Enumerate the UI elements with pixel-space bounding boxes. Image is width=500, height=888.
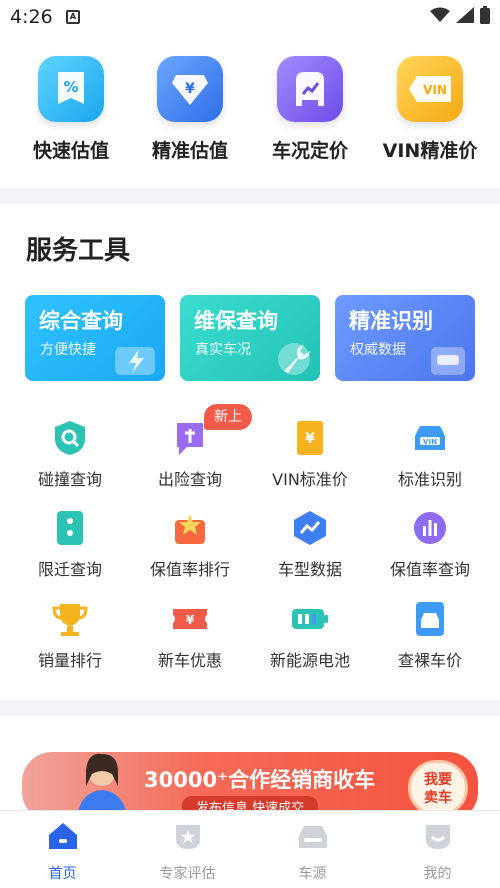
tool-label: 新车优惠 xyxy=(157,651,222,670)
collision-shield-icon xyxy=(48,416,92,460)
card-subtitle: 真实车况 xyxy=(195,342,251,358)
sell-car-button[interactable]: 我要 卖车 xyxy=(408,760,468,816)
tool-standard-identification[interactable]: VIN 标准识别 xyxy=(375,416,485,490)
service-tools-card: 服务工具 综合查询 方便快捷 维保查询 真实车况 精准识别 权威数据 新上 碰撞… xyxy=(0,204,500,700)
tab-home[interactable]: 首页 xyxy=(0,819,125,883)
tool-label: 销量排行 xyxy=(37,651,102,670)
tool-ev-battery[interactable]: 新能源电池 xyxy=(255,597,365,671)
tool-value-retention-ranking[interactable]: 保值率排行 xyxy=(135,506,245,580)
wrench-icon xyxy=(278,343,310,375)
trophy-icon xyxy=(48,597,92,641)
tool-value-retention-query[interactable]: 保值率查询 xyxy=(375,506,485,580)
tool-bare-car-price[interactable]: 查裸车价 xyxy=(375,597,485,671)
svg-text:¥: ¥ xyxy=(185,81,195,97)
banner-title: 30000⁺合作经销商收车 xyxy=(144,768,376,792)
car-price-icon xyxy=(408,597,452,641)
quick-action-fast-valuation[interactable]: % 快速估值 xyxy=(11,56,131,163)
promo-banner-card: 30000⁺合作经销商收车 发布信息 快速成交 我要 卖车 xyxy=(0,716,500,822)
star-ranking-icon xyxy=(168,506,212,550)
card-precise-identification[interactable]: 精准识别 权威数据 xyxy=(335,295,475,381)
tool-label: 新能源电池 xyxy=(269,651,350,670)
relocation-icon xyxy=(48,506,92,550)
svg-text:%: % xyxy=(63,78,78,96)
tool-insurance-query[interactable]: 出险查询 xyxy=(135,416,245,490)
tab-profile[interactable]: 我的 xyxy=(375,819,500,883)
bottom-tab-bar: 首页 专家评估 车源 我的 xyxy=(0,810,500,888)
signal-icon xyxy=(456,7,474,23)
quick-action-vin-price[interactable]: VIN VIN精准价 xyxy=(370,56,490,163)
car-vin-icon: VIN xyxy=(408,416,452,460)
tool-label: 碰撞查询 xyxy=(37,470,102,489)
tool-vin-standard-price[interactable]: ¥ VIN标准价 xyxy=(255,416,365,490)
coupon-icon: ¥ xyxy=(168,597,212,641)
profile-icon xyxy=(420,819,456,853)
svg-text:VIN: VIN xyxy=(423,438,437,446)
tool-label: 保值率查询 xyxy=(389,560,470,579)
car-scan-icon xyxy=(431,347,465,375)
card-subtitle: 权威数据 xyxy=(350,342,406,358)
app-notification-icon: A xyxy=(66,10,80,24)
tab-label: 我的 xyxy=(423,866,452,882)
car-trend-icon xyxy=(277,56,343,122)
tab-label: 车源 xyxy=(298,866,327,882)
tab-label: 首页 xyxy=(48,866,77,882)
tab-car-source[interactable]: 车源 xyxy=(250,819,375,883)
status-bar: 4:26 A xyxy=(0,0,500,36)
expert-icon xyxy=(170,819,206,853)
lightning-icon xyxy=(115,347,155,375)
quick-action-condition-pricing[interactable]: 车况定价 xyxy=(250,56,370,163)
yuan-diamond-icon: ¥ xyxy=(157,56,223,122)
tool-label: 限迁查询 xyxy=(37,560,102,579)
wifi-icon xyxy=(430,7,450,22)
svg-text:¥: ¥ xyxy=(186,613,195,627)
card-maintenance-query[interactable]: 维保查询 真实车况 xyxy=(180,295,320,381)
tab-expert-evaluation[interactable]: 专家评估 xyxy=(125,819,250,883)
quick-action-label: VIN精准价 xyxy=(382,140,478,162)
quick-action-label: 车况定价 xyxy=(271,140,348,162)
tool-new-car-discount[interactable]: ¥ 新车优惠 xyxy=(135,597,245,671)
tool-model-data[interactable]: 车型数据 xyxy=(255,506,365,580)
tool-sales-ranking[interactable]: 销量排行 xyxy=(15,597,125,671)
quick-action-label: 快速估值 xyxy=(32,140,109,162)
card-title: 综合查询 xyxy=(39,309,123,333)
tool-label: 车型数据 xyxy=(277,560,342,579)
card-title: 精准识别 xyxy=(349,309,433,333)
card-title: 维保查询 xyxy=(194,309,278,333)
home-icon xyxy=(45,819,81,853)
status-time: 4:26 xyxy=(10,6,53,28)
svg-text:VIN: VIN xyxy=(423,83,447,97)
tool-label: 出险查询 xyxy=(157,470,222,489)
tool-label: VIN标准价 xyxy=(272,470,348,489)
tab-label: 专家评估 xyxy=(159,866,216,882)
svg-text:¥: ¥ xyxy=(305,431,315,447)
battery-icon xyxy=(480,6,490,24)
battery-pack-icon xyxy=(288,597,332,641)
bar-chart-icon xyxy=(408,506,452,550)
percent-tag-icon: % xyxy=(38,56,104,122)
tool-collision-query[interactable]: 碰撞查询 xyxy=(15,416,125,490)
card-comprehensive-query[interactable]: 综合查询 方便快捷 xyxy=(25,295,165,381)
system-icons xyxy=(430,6,490,24)
tool-label: 保值率排行 xyxy=(149,560,230,579)
chart-hexagon-icon xyxy=(288,506,332,550)
section-title: 服务工具 xyxy=(26,236,131,266)
insurance-claim-icon xyxy=(168,416,212,460)
tool-label: 查裸车价 xyxy=(397,651,462,670)
tool-relocation-query[interactable]: 限迁查询 xyxy=(15,506,125,580)
vin-price-icon: ¥ xyxy=(288,416,332,460)
card-subtitle: 方便快捷 xyxy=(40,342,96,358)
quick-action-label: 精准估值 xyxy=(151,140,228,162)
vin-tag-icon: VIN xyxy=(397,56,463,122)
tool-label: 标准识别 xyxy=(397,470,462,489)
car-icon xyxy=(295,819,331,853)
quick-action-precise-valuation[interactable]: ¥ 精准估值 xyxy=(130,56,250,163)
quick-actions-card: % 快速估值 ¥ 精准估值 车况定价 VIN VIN精准价 xyxy=(0,36,500,188)
